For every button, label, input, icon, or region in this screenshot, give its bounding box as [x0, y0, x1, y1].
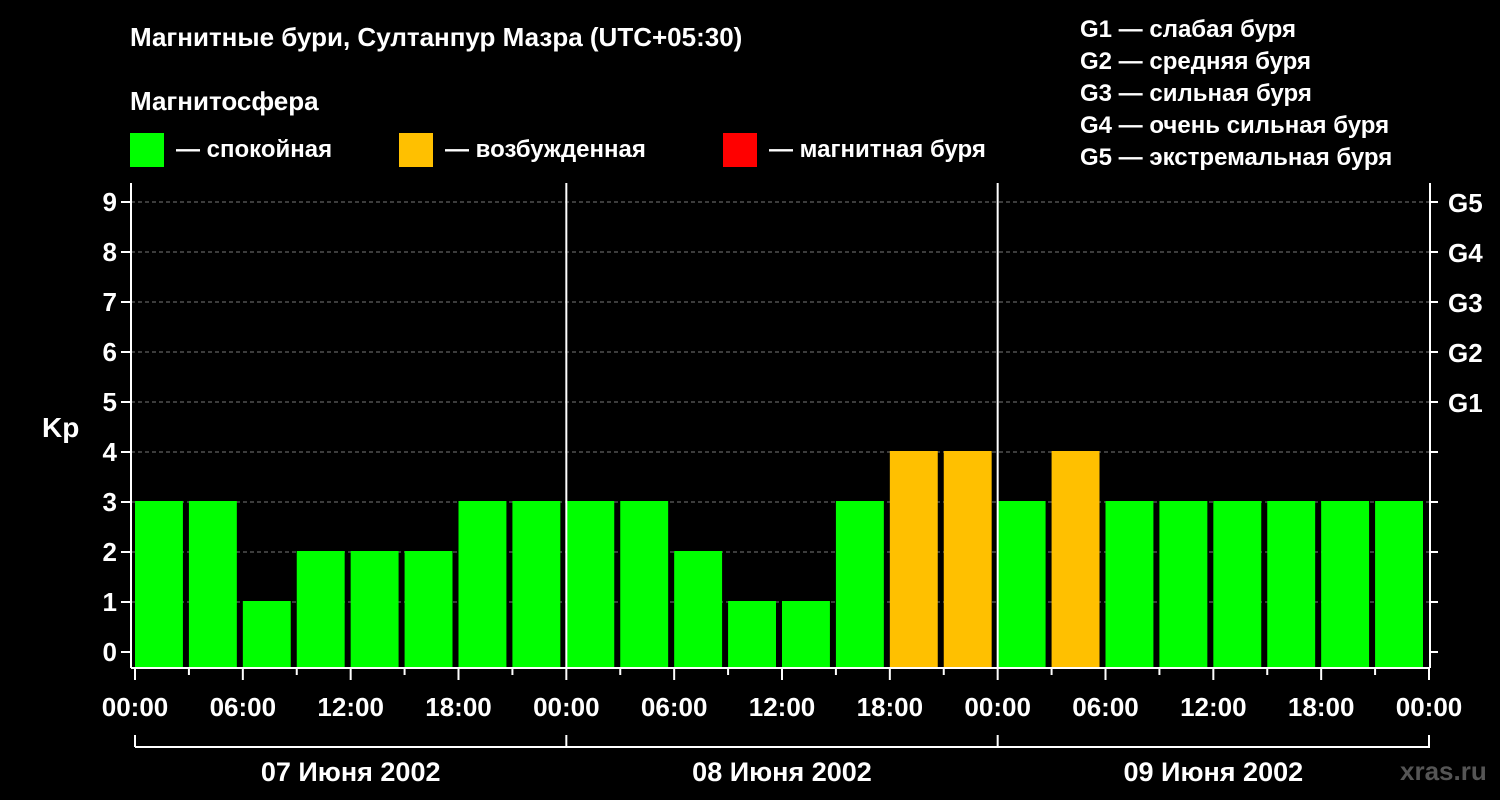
day-label: 09 Июня 2002 [1124, 757, 1304, 787]
g-tick-label: G3 [1448, 288, 1483, 318]
kp-bar [782, 601, 830, 668]
day-label: 08 Июня 2002 [692, 757, 872, 787]
kp-bar [188, 501, 237, 668]
kp-bar [1321, 501, 1370, 668]
kp-bar [135, 501, 183, 668]
kp-bar [1051, 451, 1100, 668]
y-tick-label: 3 [103, 487, 117, 517]
y-tick-label: 1 [103, 587, 117, 617]
x-tick-label: 06:00 [1072, 692, 1139, 722]
watermark: xras.ru [1400, 756, 1487, 786]
y-tick-label: 7 [103, 287, 117, 317]
kp-bar [620, 501, 669, 668]
kp-bar [566, 501, 615, 668]
x-tick-label: 00:00 [964, 692, 1031, 722]
kp-bar [674, 551, 723, 668]
x-tick-label: 00:00 [533, 692, 600, 722]
kp-bar [1375, 501, 1423, 668]
kp-bar [512, 501, 561, 668]
x-tick-label: 06:00 [210, 692, 277, 722]
x-tick-label: 06:00 [641, 692, 708, 722]
y-tick-label: 4 [103, 437, 118, 467]
kp-bar [242, 601, 291, 668]
kp-bar [1105, 501, 1154, 668]
x-tick-label: 18:00 [1288, 692, 1355, 722]
kp-bar [728, 601, 776, 668]
y-tick-label: 5 [103, 387, 117, 417]
kp-bar [997, 501, 1046, 668]
kp-bar-chart: 0 1 2 3 4 5 6 7 8 9 G1 G2 G3 G4 G5 00:00 06:00 12:00 18:00… [102, 183, 1483, 787]
kp-bar [404, 551, 453, 668]
x-tick-label: 12:00 [749, 692, 816, 722]
kp-bar [1213, 501, 1262, 668]
x-tick-label: 00:00 [102, 692, 169, 722]
x-tick-label: 12:00 [1180, 692, 1247, 722]
kp-bar [889, 451, 938, 668]
y-tick-label: 6 [103, 337, 117, 367]
kp-bar [296, 551, 345, 668]
x-tick-label: 18:00 [425, 692, 492, 722]
x-tick-label: 18:00 [857, 692, 924, 722]
kp-bar [458, 501, 507, 668]
kp-bar [350, 551, 399, 668]
day-label: 07 Июня 2002 [261, 757, 441, 787]
y-tick-label: 9 [103, 187, 117, 217]
y-tick-label: 8 [103, 237, 117, 267]
g-tick-label: G1 [1448, 388, 1483, 418]
kp-bar [835, 501, 884, 668]
x-tick-label: 00:00 [1396, 692, 1463, 722]
g-tick-label: G4 [1448, 238, 1483, 268]
kp-bar [1159, 501, 1208, 668]
kp-bar [1267, 501, 1316, 668]
y-tick-label: 2 [103, 537, 117, 567]
x-tick-label: 12:00 [317, 692, 384, 722]
g-tick-label: G5 [1448, 188, 1483, 218]
kp-bar [943, 451, 992, 668]
y-tick-label: 0 [103, 637, 117, 667]
g-tick-label: G2 [1448, 338, 1483, 368]
